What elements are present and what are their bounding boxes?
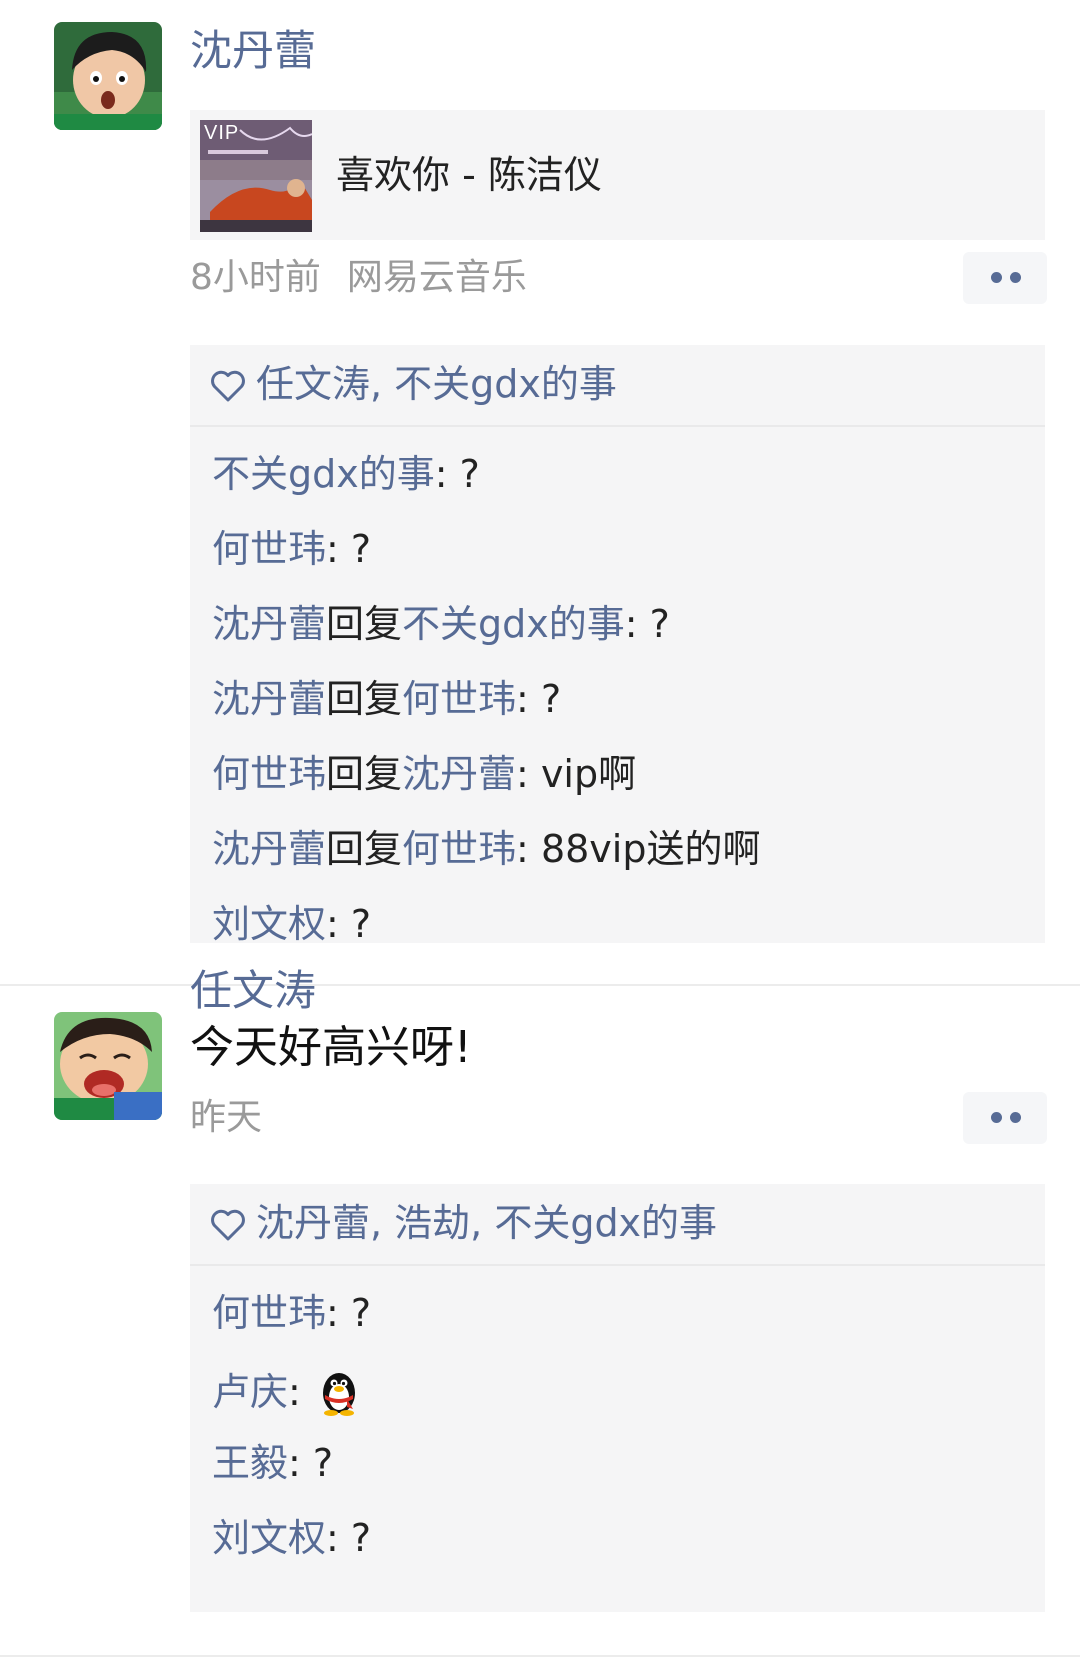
comment-item[interactable]: 沈丹蕾回复何世玮: ? xyxy=(190,676,1045,751)
dot-icon xyxy=(1010,1112,1021,1123)
reply-target[interactable]: 不关gdx的事 xyxy=(402,602,625,646)
reply-word: 回复 xyxy=(326,752,403,796)
comment-text: vip啊 xyxy=(540,752,637,796)
vip-badge: VIP xyxy=(204,122,240,144)
comment-item[interactable]: 何世玮: ? xyxy=(190,1290,1045,1365)
comment-author[interactable]: 沈丹蕾 xyxy=(212,677,326,721)
more-actions-button[interactable] xyxy=(963,1092,1047,1144)
comment-author[interactable]: 卢庆 xyxy=(212,1370,288,1414)
comment-text: ? xyxy=(350,1291,372,1335)
avatar[interactable] xyxy=(54,22,162,130)
post-text: 今天好高兴呀! xyxy=(190,1022,472,1073)
comment-author[interactable]: 王毅 xyxy=(212,1441,288,1485)
reply-word: 回复 xyxy=(326,677,403,721)
comment-separator: : xyxy=(516,827,541,871)
avatar-image xyxy=(54,1012,162,1120)
dot-icon xyxy=(991,1112,1002,1123)
comment-text: ? xyxy=(312,1441,334,1485)
comment-text: ? xyxy=(459,452,480,496)
likes-names[interactable]: 沈丹蕾, 浩劫, 不关gdx的事 xyxy=(256,1204,717,1242)
likes-comments-panel: 任文涛, 不关gdx的事 不关gdx的事: ? 何世玮: ? 沈丹蕾回复不关gd… xyxy=(190,345,1045,946)
comment-text: ? xyxy=(350,902,372,946)
comment-separator: : xyxy=(516,677,541,721)
comment-list: 不关gdx的事: ? 何世玮: ? 沈丹蕾回复不关gdx的事: ? 沈丹蕾回复何… xyxy=(190,427,1045,976)
comment-text: ? xyxy=(649,602,670,646)
post-time: 8小时前 xyxy=(190,257,321,298)
post-meta: 昨天 xyxy=(190,1100,262,1136)
likes-names[interactable]: 任文涛, 不关gdx的事 xyxy=(256,365,617,403)
comment-separator: : xyxy=(288,1441,313,1485)
comment-author[interactable]: 沈丹蕾 xyxy=(212,827,326,871)
comment-item[interactable]: 沈丹蕾回复何世玮: 88vip送的啊 xyxy=(190,826,1045,901)
comment-item[interactable]: 不关gdx的事: ? xyxy=(190,451,1045,526)
post-time: 昨天 xyxy=(190,1097,263,1138)
post-author-name[interactable]: 任文涛 xyxy=(190,970,316,1012)
album-cover-image: VIP xyxy=(200,120,312,232)
heart-icon xyxy=(211,370,245,402)
comment-author[interactable]: 何世玮 xyxy=(212,1291,326,1335)
comment-item[interactable]: 刘文权: ? xyxy=(190,901,1045,976)
post-divider xyxy=(0,984,1080,986)
avatar[interactable] xyxy=(54,1012,162,1120)
post-meta: 8小时前 网易云音乐 xyxy=(190,260,527,296)
dot-icon xyxy=(991,272,1002,283)
avatar-image xyxy=(54,22,162,130)
comment-text: 88vip送的啊 xyxy=(540,827,761,871)
comment-item[interactable]: 何世玮回复沈丹蕾: vip啊 xyxy=(190,751,1045,826)
comment-text: ? xyxy=(350,1516,372,1560)
comment-text: ? xyxy=(540,677,562,721)
comment-item[interactable]: 卢庆: xyxy=(190,1365,1045,1440)
more-actions-button[interactable] xyxy=(963,252,1047,304)
moment-post: 沈丹蕾 VIP 喜欢你 - 陈洁仪 8小时前 网易云音乐 任文涛, 不关gdx的… xyxy=(0,0,1080,985)
post-author-name[interactable]: 沈丹蕾 xyxy=(190,30,316,72)
music-title: 喜欢你 - 陈洁仪 xyxy=(336,153,602,197)
comment-item[interactable]: 王毅: ? xyxy=(190,1440,1045,1515)
comment-text: ? xyxy=(350,527,372,571)
reply-target[interactable]: 沈丹蕾 xyxy=(402,752,516,796)
music-share-card[interactable]: VIP 喜欢你 - 陈洁仪 xyxy=(190,110,1045,240)
heart-icon xyxy=(211,1209,245,1241)
comment-list: 何世玮: ? 卢庆: 王毅: ? 刘文权: ? xyxy=(190,1266,1045,1590)
reply-target[interactable]: 何世玮 xyxy=(402,827,516,871)
post-divider xyxy=(0,1655,1080,1657)
comment-author[interactable]: 沈丹蕾 xyxy=(212,602,326,646)
likes-comments-panel: 沈丹蕾, 浩劫, 不关gdx的事 何世玮: ? 卢庆: 王毅: ? 刘文权: ? xyxy=(190,1184,1045,1612)
comment-separator: : xyxy=(326,1516,351,1560)
comment-item[interactable]: 刘文权: ? xyxy=(190,1515,1045,1590)
reply-target[interactable]: 何世玮 xyxy=(402,677,516,721)
comment-item[interactable]: 何世玮: ? xyxy=(190,526,1045,601)
comment-author[interactable]: 不关gdx的事 xyxy=(212,452,435,496)
reply-word: 回复 xyxy=(326,827,403,871)
post-source-link[interactable]: 网易云音乐 xyxy=(347,257,527,298)
comment-author[interactable]: 何世玮 xyxy=(212,752,326,796)
comment-separator: : xyxy=(516,752,541,796)
likes-row: 任文涛, 不关gdx的事 xyxy=(190,345,1045,427)
comment-separator: : xyxy=(326,527,351,571)
comment-separator: : xyxy=(288,1370,313,1414)
comment-separator: : xyxy=(326,902,351,946)
comment-separator: : xyxy=(326,1291,351,1335)
comment-author[interactable]: 何世玮 xyxy=(212,527,326,571)
comment-item[interactable]: 沈丹蕾回复不关gdx的事: ? xyxy=(190,601,1045,676)
qq-penguin-icon xyxy=(322,1373,355,1416)
comment-author[interactable]: 刘文权 xyxy=(212,902,326,946)
dot-icon xyxy=(1010,272,1021,283)
moment-post: 任文涛 今天好高兴呀! 昨天 沈丹蕾, 浩劫, 不关gdx的事 何世玮: ? 卢… xyxy=(0,970,1080,1658)
likes-row: 沈丹蕾, 浩劫, 不关gdx的事 xyxy=(190,1184,1045,1266)
reply-word: 回复 xyxy=(326,602,403,646)
comment-separator: : xyxy=(434,452,460,496)
comment-separator: : xyxy=(624,602,650,646)
comment-author[interactable]: 刘文权 xyxy=(212,1516,326,1560)
